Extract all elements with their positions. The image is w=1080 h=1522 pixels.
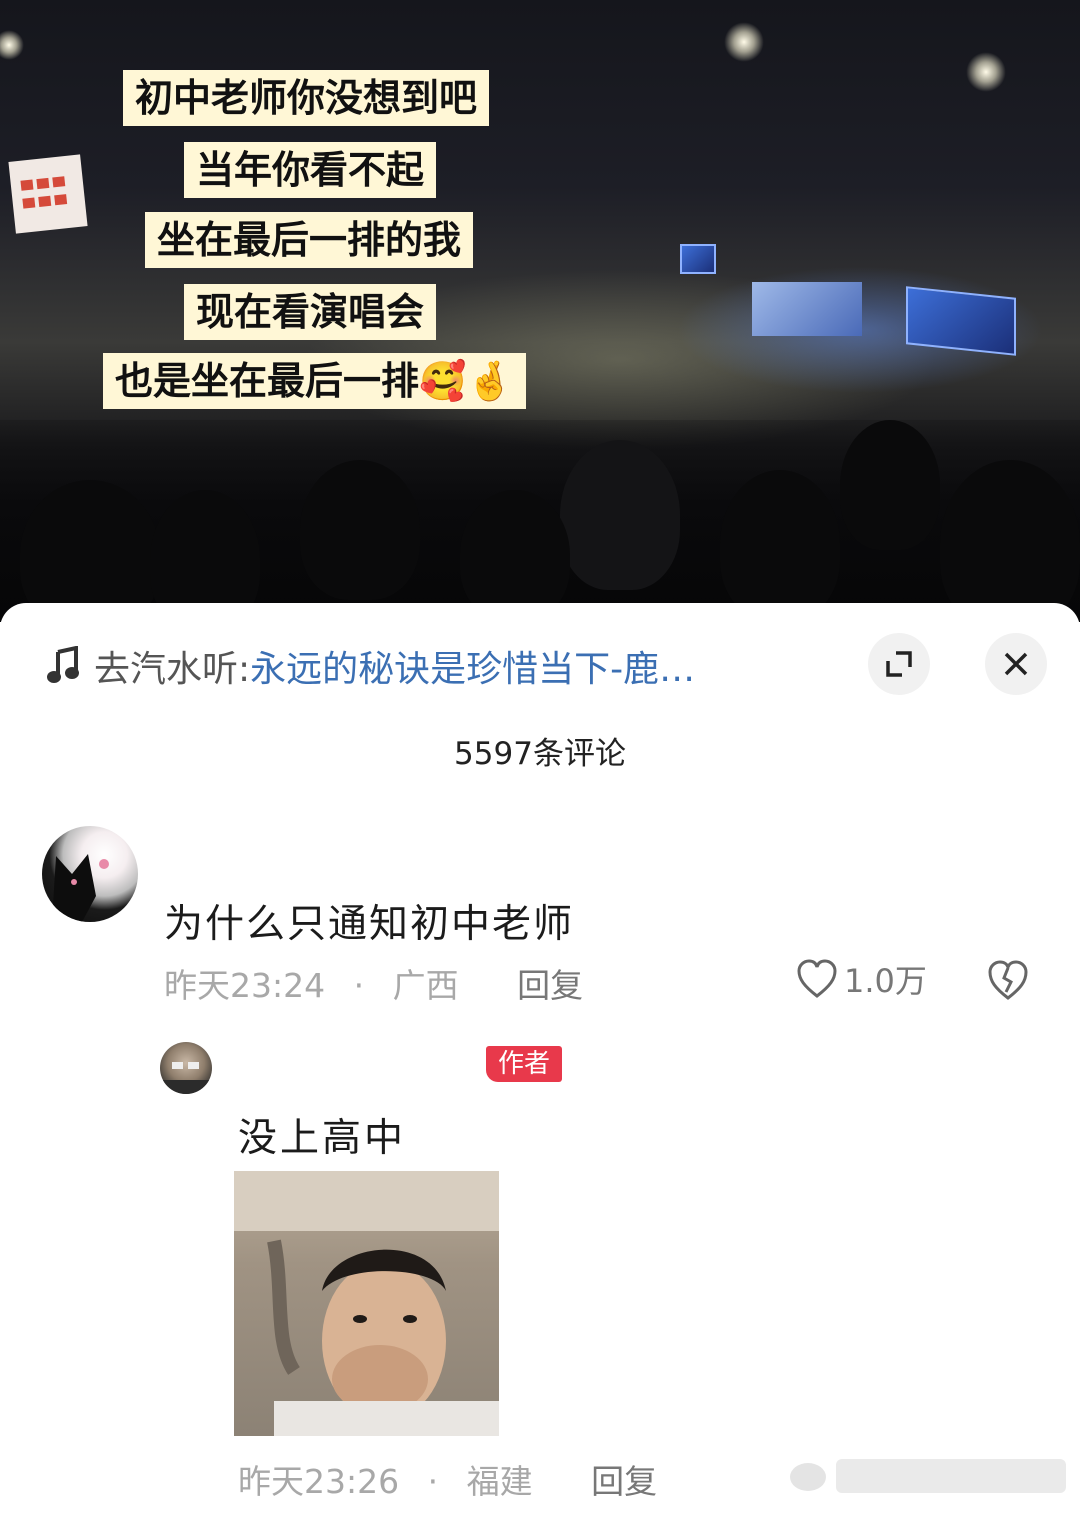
music-link[interactable]: 去汽水听: 永远的秘诀是珍惜当下-鹿…: [46, 643, 846, 689]
reply-time: 昨天23:26: [238, 1462, 400, 1501]
stage-screen: [906, 286, 1016, 356]
comment-text: 为什么只通知初中老师: [164, 902, 575, 947]
caption-line: 当年你看不起: [184, 142, 437, 198]
dislike-button[interactable]: [986, 958, 1030, 1002]
music-title[interactable]: 永远的秘诀是珍惜当下-鹿…: [250, 643, 695, 689]
caption-line: 现在看演唱会: [184, 284, 437, 340]
comment-time: 昨天23:24: [164, 966, 326, 1005]
close-icon: [1004, 652, 1028, 676]
music-note-icon: [46, 645, 82, 686]
side-screen: [8, 154, 88, 234]
close-button[interactable]: [985, 633, 1047, 695]
heart-icon: [797, 959, 837, 998]
reply-button[interactable]: 回复: [517, 966, 583, 1005]
watermark: [786, 1451, 1076, 1501]
caption-line: 初中老师你没想到吧: [123, 70, 490, 126]
reply-button[interactable]: 回复: [591, 1462, 657, 1501]
expand-button[interactable]: [868, 633, 930, 695]
avatar[interactable]: [42, 826, 138, 922]
stage-screen: [680, 244, 716, 274]
reply-meta: 昨天23:26 · 福建 回复: [238, 1455, 657, 1503]
crowd-silhouette: [0, 420, 1080, 622]
comment-meta: 昨天23:24 · 广西 回复: [164, 959, 583, 1007]
avatar[interactable]: [160, 1042, 212, 1094]
expand-icon: [886, 651, 912, 677]
ceiling-light: [966, 52, 1006, 92]
author-badge: 作者: [486, 1046, 563, 1082]
comment-sheet: 去汽水听: 永远的秘诀是珍惜当下-鹿… 5597条评论 为什么只通知初中老师 昨…: [0, 603, 1080, 1522]
caption-line: 坐在最后一排的我: [145, 212, 474, 268]
post-photo[interactable]: 初中老师你没想到吧 当年你看不起 坐在最后一排的我 现在看演唱会 也是坐在最后一…: [0, 0, 1080, 622]
stage-backdrop: [752, 282, 862, 336]
meta-dot: ·: [427, 1462, 439, 1501]
music-prefix: 去汽水听:: [94, 649, 251, 689]
reply-text: 没上高中: [238, 1116, 407, 1161]
comment-count: 5597条评论: [454, 736, 626, 772]
ceiling-light: [0, 30, 24, 60]
meta-dot: ·: [353, 966, 365, 1005]
reply-location: 福建: [466, 1462, 533, 1501]
broken-heart-icon: [988, 960, 1028, 1000]
like-button[interactable]: 1.0万: [796, 957, 927, 1001]
reply-image[interactable]: [234, 1171, 499, 1436]
ceiling-light: [724, 22, 764, 62]
caption-line: 也是坐在最后一排🥰🤞: [103, 353, 526, 409]
like-count: 1.0万: [844, 962, 927, 1000]
comment-location: 广西: [392, 966, 459, 1005]
